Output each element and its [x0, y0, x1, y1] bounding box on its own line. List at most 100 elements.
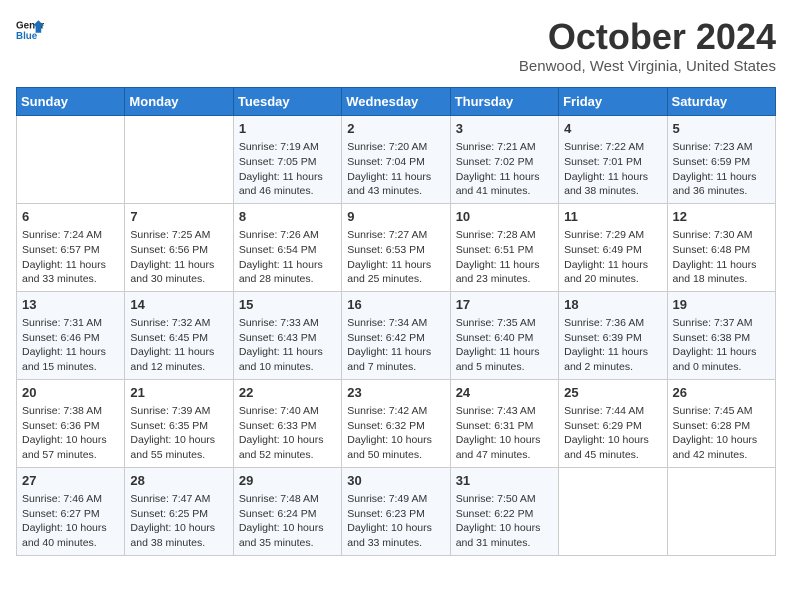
calendar-cell: 10Sunrise: 7:28 AM Sunset: 6:51 PM Dayli… — [450, 203, 558, 291]
calendar-cell: 18Sunrise: 7:36 AM Sunset: 6:39 PM Dayli… — [559, 291, 667, 379]
calendar-cell: 1 Sunrise: 7:19 AM Sunset: 7:05 PM Daylig… — [233, 116, 341, 204]
day-number: 3 — [456, 120, 553, 138]
day-number: 22 — [239, 384, 336, 402]
calendar-cell — [559, 467, 667, 555]
day-number: 2 — [347, 120, 444, 138]
calendar-cell: 11 Sunrise: 7:29 AM Sunset: 6:49 PM Dayli… — [559, 203, 667, 291]
day-number: 25 — [564, 384, 661, 402]
dow-header-sunday: Sunday — [17, 88, 125, 116]
day-number: 4 — [564, 120, 661, 138]
day-info: Sunrise: 7:48 AM Sunset: 6:24 PM Dayligh… — [239, 492, 336, 551]
calendar-cell: 26Sunrise: 7:45 AM Sunset: 6:28 PM Dayli… — [667, 379, 775, 467]
day-number: 20 — [22, 384, 119, 402]
dow-header-saturday: Saturday — [667, 88, 775, 116]
day-number: 28 — [130, 472, 227, 490]
calendar-cell: 28 Sunrise: 7:47 AM Sunset: 6:25 PM Dayli… — [125, 467, 233, 555]
calendar-cell: 23 Sunrise: 7:42 AM Sunset: 6:32 PM Dayli… — [342, 379, 450, 467]
day-number: 16 — [347, 296, 444, 314]
day-number: 19 — [673, 296, 770, 314]
week-row-2: 6Sunrise: 7:24 AM Sunset: 6:57 PM Daylig… — [17, 203, 776, 291]
calendar-cell: 20Sunrise: 7:38 AM Sunset: 6:36 PM Dayli… — [17, 379, 125, 467]
calendar-cell — [17, 116, 125, 204]
logo-icon: General Blue — [16, 16, 44, 44]
day-info: Sunrise: 7:29 AM Sunset: 6:49 PM Dayligh… — [564, 228, 661, 287]
day-info: Sunrise: 7:30 AM Sunset: 6:48 PM Dayligh… — [673, 228, 770, 287]
week-row-1: 1 Sunrise: 7:19 AM Sunset: 7:05 PM Daylig… — [17, 116, 776, 204]
calendar-cell: 8Sunrise: 7:26 AM Sunset: 6:54 PM Daylig… — [233, 203, 341, 291]
day-info: Sunrise: 7:31 AM Sunset: 6:46 PM Dayligh… — [22, 316, 119, 375]
page-header: General Blue October 2024 Benwood, West … — [16, 16, 776, 75]
day-info: Sunrise: 7:28 AM Sunset: 6:51 PM Dayligh… — [456, 228, 553, 287]
week-row-5: 27Sunrise: 7:46 AM Sunset: 6:27 PM Dayli… — [17, 467, 776, 555]
calendar-body: 1 Sunrise: 7:19 AM Sunset: 7:05 PM Daylig… — [17, 116, 776, 556]
day-info: Sunrise: 7:20 AM Sunset: 7:04 PM Dayligh… — [347, 140, 444, 199]
day-number: 30 — [347, 472, 444, 490]
month-title: October 2024 — [519, 16, 776, 58]
day-info: Sunrise: 7:42 AM Sunset: 6:32 PM Dayligh… — [347, 404, 444, 463]
logo: General Blue — [16, 16, 44, 44]
day-info: Sunrise: 7:19 AM Sunset: 7:05 PM Dayligh… — [239, 140, 336, 199]
calendar-cell: 14 Sunrise: 7:32 AM Sunset: 6:45 PM Dayli… — [125, 291, 233, 379]
calendar-cell: 13 Sunrise: 7:31 AM Sunset: 6:46 PM Dayli… — [17, 291, 125, 379]
day-number: 14 — [130, 296, 227, 314]
day-info: Sunrise: 7:40 AM Sunset: 6:33 PM Dayligh… — [239, 404, 336, 463]
dow-header-wednesday: Wednesday — [342, 88, 450, 116]
calendar-table: SundayMondayTuesdayWednesdayThursdayFrid… — [16, 87, 776, 556]
day-info: Sunrise: 7:21 AM Sunset: 7:02 PM Dayligh… — [456, 140, 553, 199]
day-info: Sunrise: 7:23 AM Sunset: 6:59 PM Dayligh… — [673, 140, 770, 199]
day-info: Sunrise: 7:25 AM Sunset: 6:56 PM Dayligh… — [130, 228, 227, 287]
calendar-cell: 9Sunrise: 7:27 AM Sunset: 6:53 PM Daylig… — [342, 203, 450, 291]
dow-header-monday: Monday — [125, 88, 233, 116]
day-number: 24 — [456, 384, 553, 402]
svg-text:Blue: Blue — [16, 31, 38, 42]
day-info: Sunrise: 7:46 AM Sunset: 6:27 PM Dayligh… — [22, 492, 119, 551]
day-number: 9 — [347, 208, 444, 226]
day-number: 7 — [130, 208, 227, 226]
day-number: 1 — [239, 120, 336, 138]
calendar-cell: 4 Sunrise: 7:22 AM Sunset: 7:01 PM Daylig… — [559, 116, 667, 204]
calendar-cell: 21 Sunrise: 7:39 AM Sunset: 6:35 PM Dayli… — [125, 379, 233, 467]
day-number: 23 — [347, 384, 444, 402]
day-number: 18 — [564, 296, 661, 314]
day-info: Sunrise: 7:32 AM Sunset: 6:45 PM Dayligh… — [130, 316, 227, 375]
calendar-cell — [125, 116, 233, 204]
dow-header-tuesday: Tuesday — [233, 88, 341, 116]
day-info: Sunrise: 7:43 AM Sunset: 6:31 PM Dayligh… — [456, 404, 553, 463]
calendar-cell: 6Sunrise: 7:24 AM Sunset: 6:57 PM Daylig… — [17, 203, 125, 291]
day-number: 15 — [239, 296, 336, 314]
day-info: Sunrise: 7:22 AM Sunset: 7:01 PM Dayligh… — [564, 140, 661, 199]
calendar-cell: 12 Sunrise: 7:30 AM Sunset: 6:48 PM Dayli… — [667, 203, 775, 291]
day-info: Sunrise: 7:50 AM Sunset: 6:22 PM Dayligh… — [456, 492, 553, 551]
dow-header-friday: Friday — [559, 88, 667, 116]
day-info: Sunrise: 7:24 AM Sunset: 6:57 PM Dayligh… — [22, 228, 119, 287]
day-number: 11 — [564, 208, 661, 226]
day-info: Sunrise: 7:34 AM Sunset: 6:42 PM Dayligh… — [347, 316, 444, 375]
calendar-cell: 7 Sunrise: 7:25 AM Sunset: 6:56 PM Daylig… — [125, 203, 233, 291]
day-info: Sunrise: 7:49 AM Sunset: 6:23 PM Dayligh… — [347, 492, 444, 551]
day-number: 13 — [22, 296, 119, 314]
day-number: 21 — [130, 384, 227, 402]
calendar-cell: 2 Sunrise: 7:20 AM Sunset: 7:04 PM Daylig… — [342, 116, 450, 204]
calendar-cell: 19 Sunrise: 7:37 AM Sunset: 6:38 PM Dayli… — [667, 291, 775, 379]
calendar-cell: 3 Sunrise: 7:21 AM Sunset: 7:02 PM Daylig… — [450, 116, 558, 204]
day-number: 17 — [456, 296, 553, 314]
calendar-cell: 5Sunrise: 7:23 AM Sunset: 6:59 PM Daylig… — [667, 116, 775, 204]
day-info: Sunrise: 7:35 AM Sunset: 6:40 PM Dayligh… — [456, 316, 553, 375]
day-info: Sunrise: 7:37 AM Sunset: 6:38 PM Dayligh… — [673, 316, 770, 375]
day-info: Sunrise: 7:44 AM Sunset: 6:29 PM Dayligh… — [564, 404, 661, 463]
calendar-cell: 15Sunrise: 7:33 AM Sunset: 6:43 PM Dayli… — [233, 291, 341, 379]
calendar-cell: 24 Sunrise: 7:43 AM Sunset: 6:31 PM Dayli… — [450, 379, 558, 467]
day-info: Sunrise: 7:39 AM Sunset: 6:35 PM Dayligh… — [130, 404, 227, 463]
dow-header-thursday: Thursday — [450, 88, 558, 116]
week-row-3: 13 Sunrise: 7:31 AM Sunset: 6:46 PM Dayli… — [17, 291, 776, 379]
calendar-cell: 27Sunrise: 7:46 AM Sunset: 6:27 PM Dayli… — [17, 467, 125, 555]
day-number: 12 — [673, 208, 770, 226]
calendar-cell: 16 Sunrise: 7:34 AM Sunset: 6:42 PM Dayli… — [342, 291, 450, 379]
day-number: 8 — [239, 208, 336, 226]
calendar-cell: 31 Sunrise: 7:50 AM Sunset: 6:22 PM Dayli… — [450, 467, 558, 555]
day-info: Sunrise: 7:47 AM Sunset: 6:25 PM Dayligh… — [130, 492, 227, 551]
day-number: 31 — [456, 472, 553, 490]
calendar-cell: 22 Sunrise: 7:40 AM Sunset: 6:33 PM Dayli… — [233, 379, 341, 467]
week-row-4: 20Sunrise: 7:38 AM Sunset: 6:36 PM Dayli… — [17, 379, 776, 467]
calendar-cell: 25 Sunrise: 7:44 AM Sunset: 6:29 PM Dayli… — [559, 379, 667, 467]
